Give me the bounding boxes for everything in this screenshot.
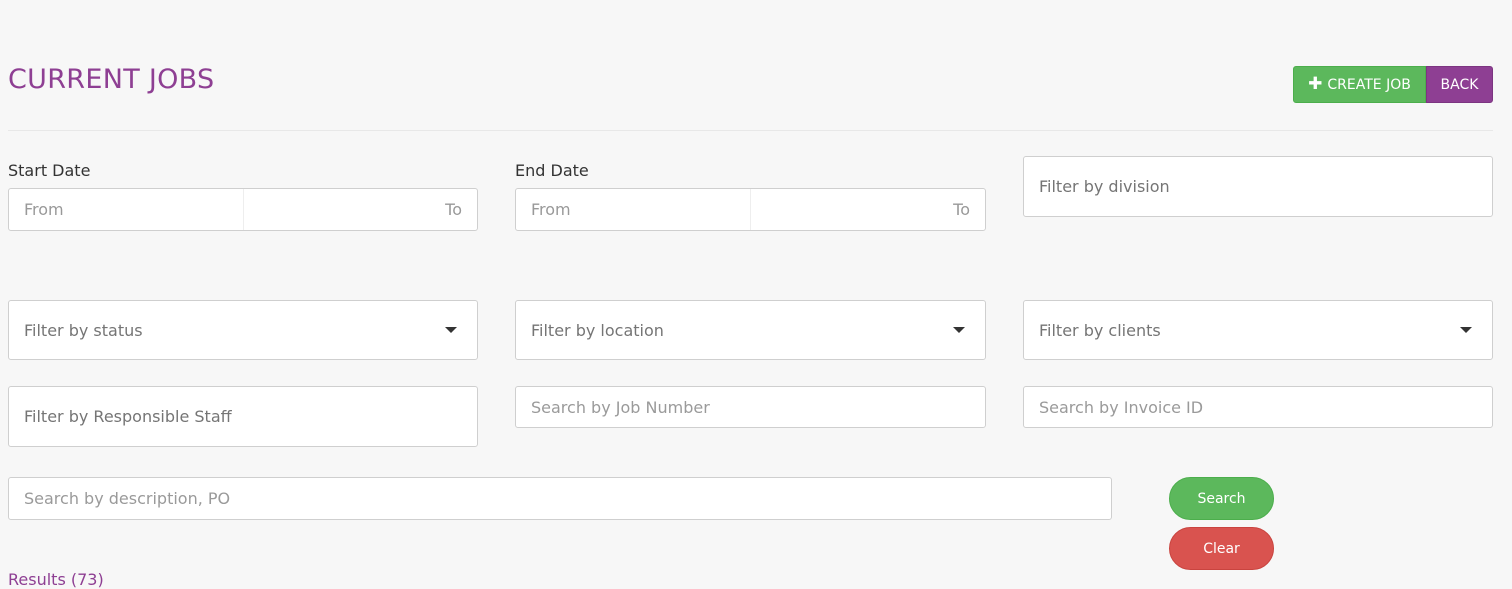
end-date-to-input[interactable]: To (751, 189, 985, 230)
invoice-id-placeholder: Search by Invoice ID (1039, 397, 1204, 417)
invoice-id-input[interactable]: Search by Invoice ID (1023, 386, 1493, 428)
job-number-placeholder: Search by Job Number (531, 397, 710, 417)
start-date-range: From To (8, 188, 478, 231)
search-button[interactable]: Search (1169, 477, 1274, 520)
start-date-to-input[interactable]: To (244, 189, 478, 230)
description-search-input[interactable]: Search by description, PO (8, 477, 1112, 520)
clear-button[interactable]: Clear (1169, 527, 1274, 570)
start-date-label: Start Date (8, 161, 91, 180)
location-filter[interactable]: Filter by location (515, 300, 986, 360)
results-count: Results (73) (8, 570, 104, 589)
status-filter[interactable]: Filter by status (8, 300, 478, 360)
end-date-from-input[interactable]: From (516, 189, 751, 230)
job-number-input[interactable]: Search by Job Number (515, 386, 986, 428)
division-filter[interactable]: Filter by division (1023, 156, 1493, 217)
end-date-label: End Date (515, 161, 589, 180)
caret-down-icon (1460, 327, 1472, 333)
plus-icon: ✚ (1308, 74, 1323, 94)
clients-filter[interactable]: Filter by clients (1023, 300, 1493, 360)
create-job-button[interactable]: ✚ CREATE JOB (1293, 66, 1426, 103)
responsible-staff-placeholder: Filter by Responsible Staff (24, 407, 232, 426)
end-date-range: From To (515, 188, 986, 231)
status-filter-placeholder: Filter by status (24, 320, 143, 340)
caret-down-icon (445, 327, 457, 333)
description-search-placeholder: Search by description, PO (24, 489, 231, 508)
location-filter-placeholder: Filter by location (531, 320, 664, 340)
start-date-from-input[interactable]: From (9, 189, 244, 230)
header-divider (8, 130, 1493, 131)
division-filter-placeholder: Filter by division (1039, 177, 1170, 196)
back-button[interactable]: BACK (1426, 66, 1493, 103)
create-job-label: CREATE JOB (1327, 76, 1411, 93)
responsible-staff-filter[interactable]: Filter by Responsible Staff (8, 386, 478, 447)
clients-filter-placeholder: Filter by clients (1039, 320, 1161, 340)
page-title: CURRENT JOBS (8, 64, 215, 95)
caret-down-icon (953, 327, 965, 333)
